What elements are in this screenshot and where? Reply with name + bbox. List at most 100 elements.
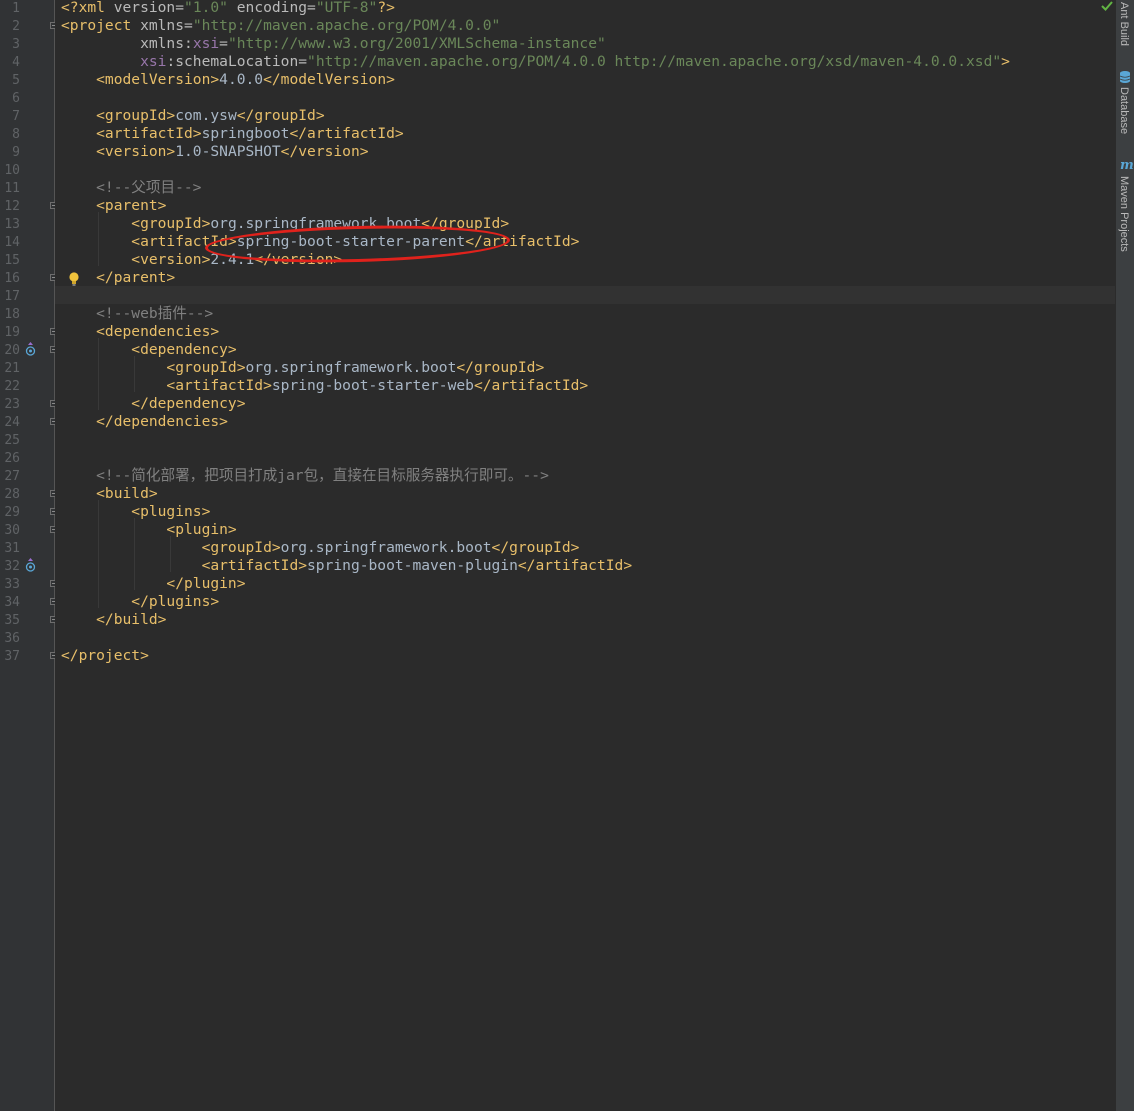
code-line[interactable]: xmlns:xsi="http://www.w3.org/2001/XMLSch… — [61, 35, 606, 53]
code-token: xmlns — [140, 17, 185, 34]
code-line[interactable]: <!--父项目--> — [61, 179, 201, 197]
line-number: 14 — [4, 235, 20, 250]
code-token: <!--web插件--> — [61, 305, 214, 322]
code-token: "1.0" — [184, 0, 228, 16]
code-token: </dependency> — [61, 395, 246, 412]
code-token: org.springframework.boot — [280, 539, 492, 556]
code-line[interactable]: <plugin> — [61, 521, 236, 539]
line-number: 17 — [4, 289, 20, 304]
code-line[interactable]: <artifactId>springboot</artifactId> — [61, 125, 404, 143]
tool-tab-database[interactable]: Database — [1118, 87, 1130, 134]
code-token: <artifactId> — [61, 557, 308, 574]
code-token: <!--简化部署，把项目打成jar包，直接在目标服务器执行即可。--> — [61, 467, 549, 484]
code-token: 1.0-SNAPSHOT — [175, 143, 281, 160]
code-token: <dependency> — [61, 341, 237, 358]
line-number: 37 — [4, 649, 20, 664]
code-token: <artifactId> — [61, 377, 272, 394]
check-icon[interactable] — [1100, 0, 1114, 12]
line-number: 4 — [12, 55, 20, 70]
code-token: </groupId> — [491, 539, 580, 556]
code-token: = — [175, 0, 185, 16]
code-line[interactable]: </dependency> — [61, 395, 246, 413]
code-token: </artifactId> — [517, 557, 633, 574]
code-token: <groupId> — [61, 215, 211, 232]
code-editor[interactable]: <?xml version="1.0" encoding="UTF-8"?> <p… — [55, 0, 1115, 1111]
code-line[interactable]: <!--web插件--> — [61, 305, 213, 323]
code-line[interactable]: </build> — [61, 611, 166, 629]
maven-plugin-icon[interactable] — [25, 558, 36, 572]
code-line[interactable]: <artifactId>spring-boot-maven-plugin</ar… — [61, 557, 633, 575]
code-token: <dependencies> — [61, 323, 220, 340]
code-token: com.ysw — [175, 107, 237, 124]
line-number: 12 — [4, 199, 20, 214]
code-line[interactable]: <artifactId>spring-boot-starter-web</art… — [61, 377, 588, 395]
code-line[interactable]: <parent> — [61, 197, 166, 215]
code-line[interactable]: <groupId>org.springframework.boot</group… — [61, 539, 580, 557]
code-line[interactable]: <version>1.0-SNAPSHOT</version> — [61, 143, 368, 161]
code-line[interactable]: </plugins> — [61, 593, 219, 611]
code-token: <project — [61, 17, 141, 34]
line-number: 26 — [4, 451, 20, 466]
code-line[interactable]: </project> — [61, 647, 149, 665]
code-token: <parent> — [61, 197, 167, 214]
tool-tab-maven-projects[interactable]: Maven Projects — [1118, 176, 1130, 252]
code-line[interactable]: </plugin> — [61, 575, 245, 593]
code-token: </project> — [61, 647, 149, 664]
code-line[interactable]: <?xml version="1.0" encoding="UTF-8"?> — [61, 0, 395, 17]
line-number: 22 — [4, 379, 20, 394]
code-line[interactable]: <dependency> — [61, 341, 237, 359]
line-number: 16 — [4, 271, 20, 286]
line-number: 3 — [12, 37, 20, 52]
line-number: 36 — [4, 631, 20, 646]
line-number: 8 — [12, 127, 20, 142]
line-number: 10 — [4, 163, 20, 178]
code-line[interactable]: </dependencies> — [61, 413, 228, 431]
code-token: spring-boot-maven-plugin — [307, 557, 518, 574]
code-line[interactable]: <modelVersion>4.0.0</modelVersion> — [61, 71, 395, 89]
line-number: 31 — [4, 541, 20, 556]
code-token: 4.0.0 — [219, 71, 264, 88]
line-number: 34 — [4, 595, 20, 610]
code-token: encoding — [227, 0, 308, 16]
editor-gutter[interactable]: 1 2 3 4 5 6 7 8 9 10 11 12 13 14 15 16 17 18 19 20 21 22 23 24 2… — [0, 0, 57, 1111]
line-number: 18 — [4, 307, 20, 322]
tool-tab-ant-build[interactable]: Ant Build — [1118, 2, 1130, 46]
code-line[interactable]: <dependencies> — [61, 323, 219, 341]
code-line[interactable]: <!--简化部署，把项目打成jar包，直接在目标服务器执行即可。--> — [61, 467, 549, 485]
code-token: spring-boot-starter-web — [271, 377, 474, 394]
code-token: </plugins> — [61, 593, 220, 610]
code-token: <groupId> — [61, 107, 176, 124]
code-line[interactable]: <project xmlns="http://maven.apache.org/… — [61, 17, 500, 35]
code-token: springboot — [201, 125, 290, 142]
tool-tab-label: Database — [1118, 87, 1130, 135]
code-token: org.springframework.boot — [245, 359, 457, 376]
line-number: 23 — [4, 397, 20, 412]
code-token: > — [1001, 53, 1010, 70]
code-token: <build> — [61, 485, 158, 502]
code-line[interactable]: xsi:schemaLocation="http://maven.apache.… — [61, 53, 1010, 71]
code-line[interactable]: <plugins> — [61, 503, 210, 521]
line-number: 2 — [12, 19, 20, 34]
code-token: <artifactId> — [61, 125, 202, 142]
code-token: "UTF-8" — [315, 0, 378, 16]
code-line[interactable]: <groupId>org.springframework.boot</group… — [61, 359, 544, 377]
code-token: "http://www.w3.org/2001/XMLSchema-instan… — [227, 35, 606, 52]
line-number: 29 — [4, 505, 20, 520]
code-token: version — [113, 0, 176, 16]
maven-dependency-icon[interactable] — [25, 342, 36, 356]
code-token: <groupId> — [61, 359, 246, 376]
code-line[interactable]: <groupId>com.ysw</groupId> — [61, 107, 325, 125]
code-token: = — [219, 35, 228, 52]
line-number: 35 — [4, 613, 20, 628]
line-number: 25 — [4, 433, 20, 448]
code-token: xmlns — [61, 35, 185, 52]
line-number: 19 — [4, 325, 20, 340]
code-token: </groupId> — [236, 107, 325, 124]
code-token: xsi — [140, 53, 167, 70]
line-number: 5 — [12, 73, 20, 88]
lightbulb-icon[interactable] — [67, 271, 81, 287]
code-line[interactable]: <build> — [61, 485, 158, 503]
code-token: ?> — [377, 0, 395, 16]
line-number: 24 — [4, 415, 20, 430]
